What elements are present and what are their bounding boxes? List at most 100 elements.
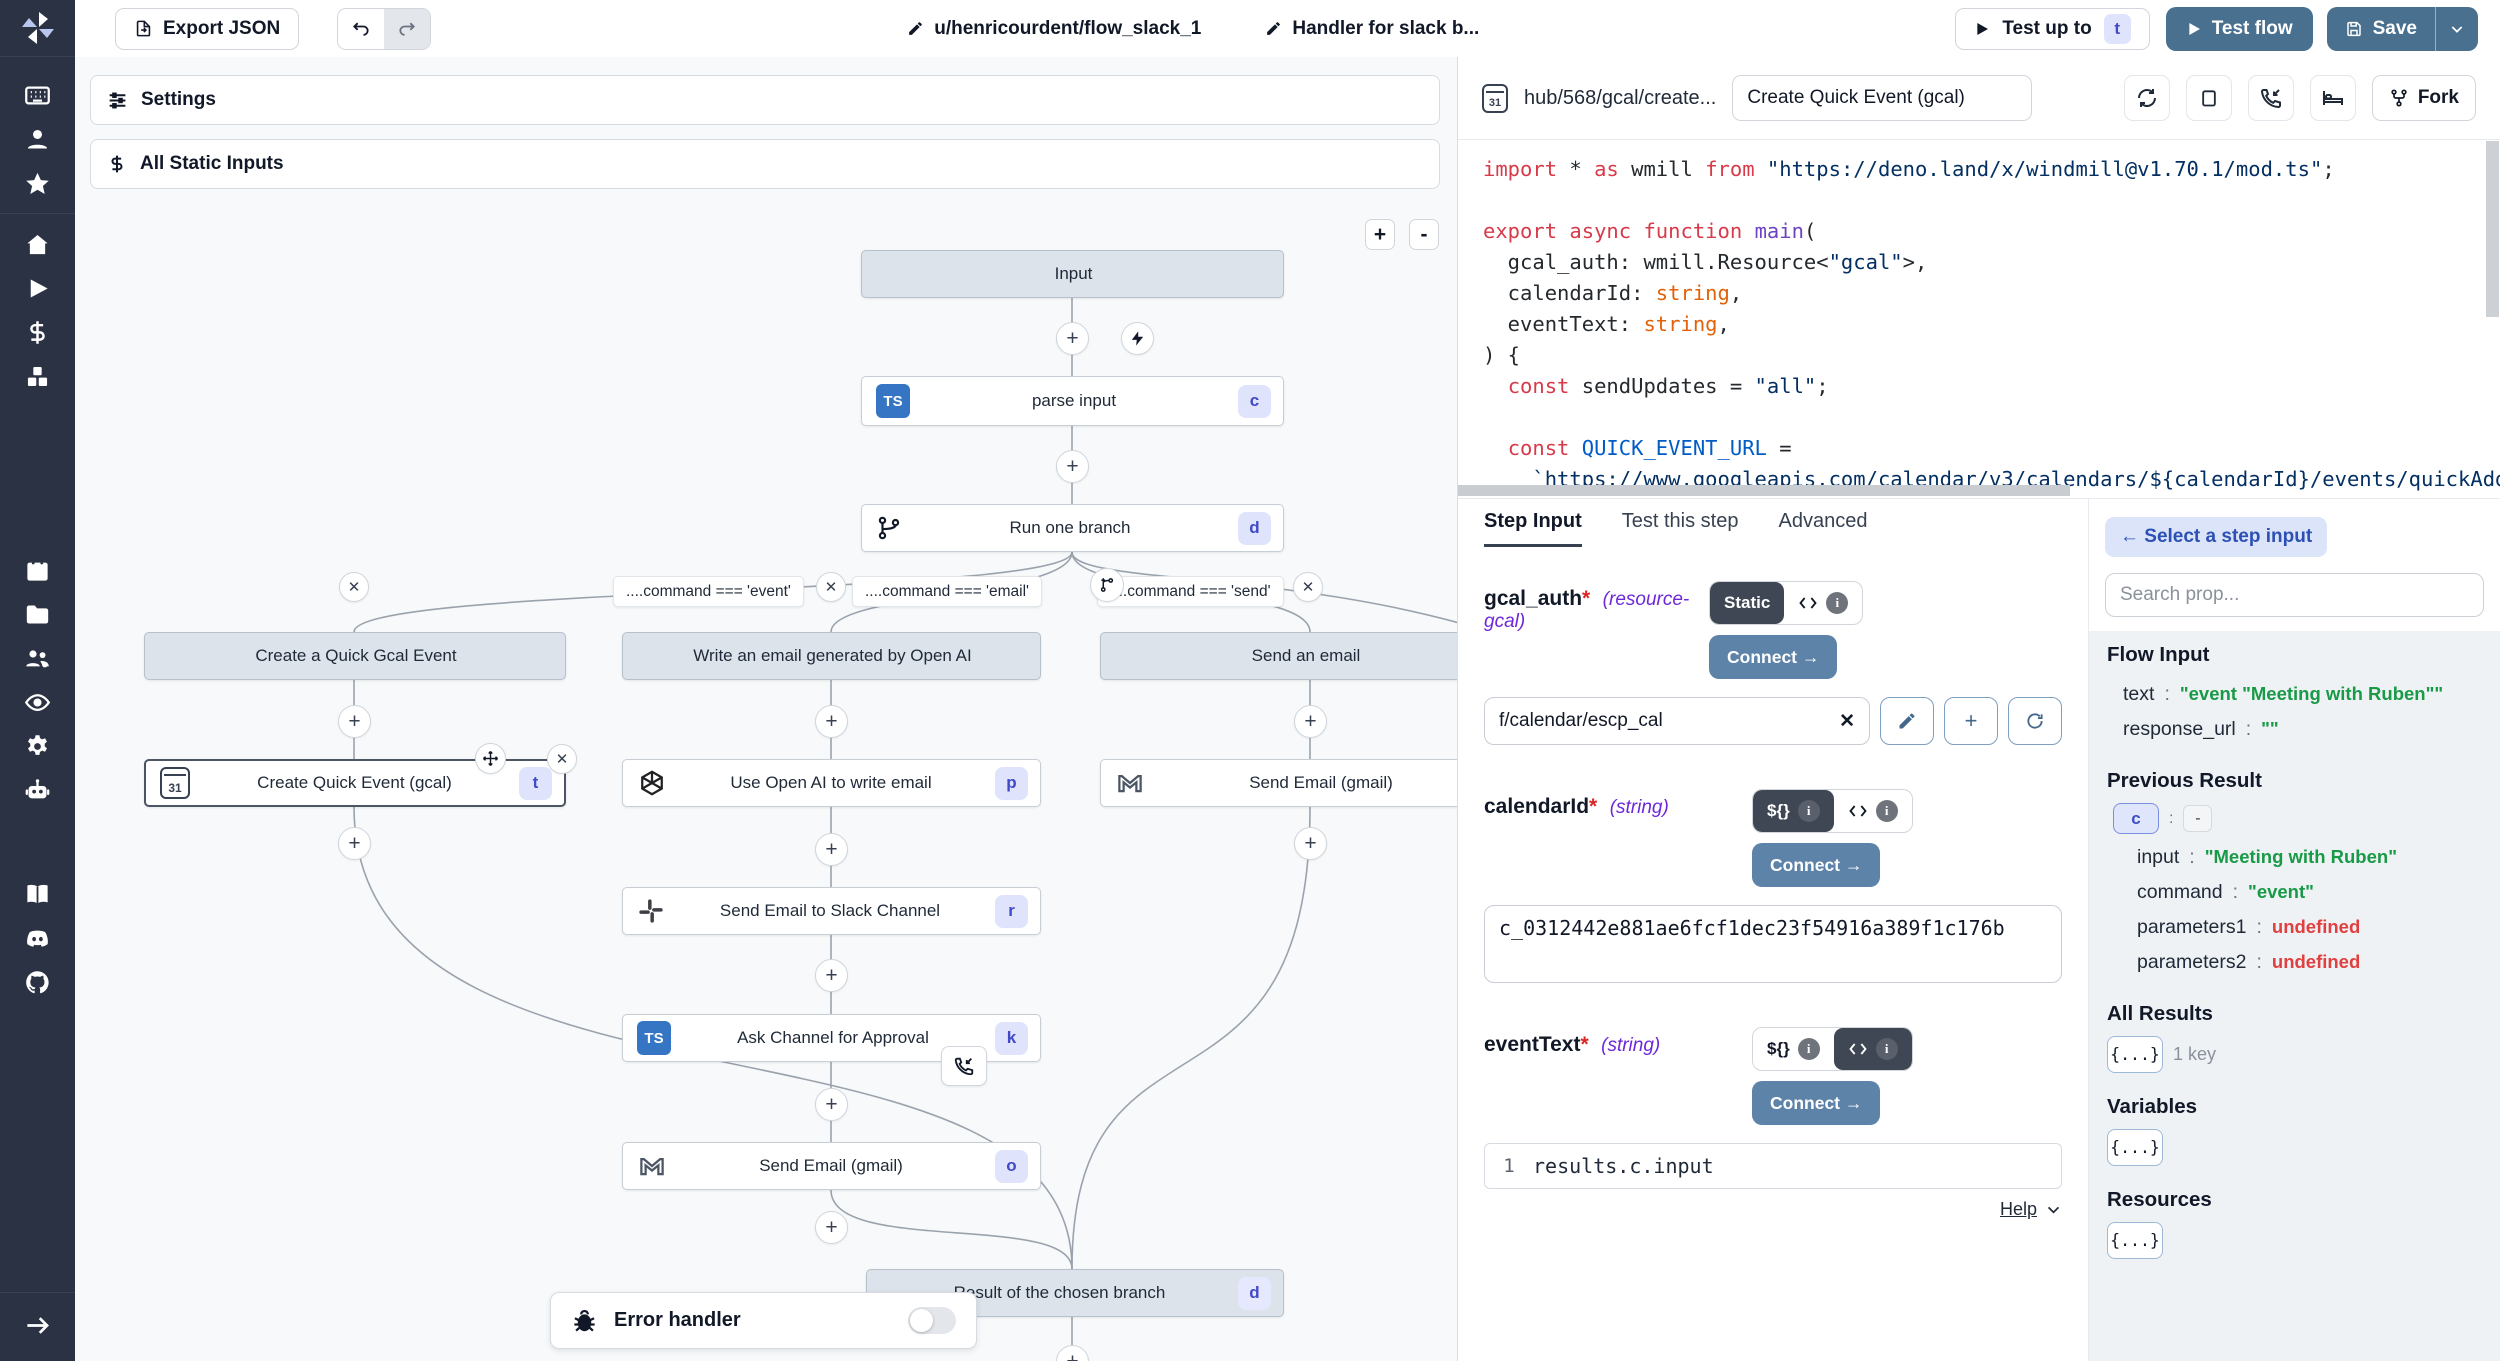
windmill-logo[interactable] bbox=[0, 0, 75, 57]
save-dropdown-button[interactable] bbox=[2435, 7, 2478, 51]
prop-row-text[interactable]: text: "event "Meeting with Ruben"" bbox=[2107, 677, 2482, 712]
refresh-resource-button[interactable] bbox=[2008, 697, 2062, 745]
edit-resource-button[interactable] bbox=[1880, 697, 1934, 745]
mode-template[interactable]: ${}i bbox=[1753, 1028, 1834, 1070]
schedules-calendar-icon[interactable] bbox=[16, 548, 60, 592]
undo-button[interactable] bbox=[338, 9, 384, 49]
save-button[interactable]: Save bbox=[2327, 7, 2435, 51]
mode-javascript[interactable]: i bbox=[1784, 582, 1862, 624]
info-icon[interactable]: i bbox=[1876, 800, 1898, 822]
code-vertical-scrollbar[interactable] bbox=[2486, 141, 2499, 317]
test-flow-button[interactable]: Test flow bbox=[2166, 7, 2313, 51]
delete-step-button[interactable]: ✕ bbox=[547, 744, 577, 774]
step-name-input[interactable] bbox=[1732, 75, 2032, 121]
tab-step-input[interactable]: Step Input bbox=[1484, 499, 1582, 547]
branch-header-node[interactable]: Create a Quick Gcal Event bbox=[144, 632, 566, 680]
sleep-button[interactable] bbox=[2310, 75, 2356, 121]
tab-test-this-step[interactable]: Test this step bbox=[1622, 499, 1739, 547]
settings-gear-icon[interactable] bbox=[16, 724, 60, 768]
zoom-out-button[interactable]: - bbox=[1409, 219, 1439, 250]
slack-step-node[interactable]: Send Email to Slack Channel r bbox=[622, 887, 1041, 935]
code-editor[interactable]: import * as wmill from "https://deno.lan… bbox=[1458, 140, 2500, 498]
flow-input-node[interactable]: Input bbox=[861, 250, 1284, 298]
add-step-button[interactable]: + bbox=[815, 833, 848, 866]
collapse-pill[interactable]: - bbox=[2183, 805, 2212, 832]
runs-play-icon[interactable] bbox=[16, 266, 60, 310]
add-step-button[interactable]: + bbox=[815, 1088, 848, 1121]
info-icon[interactable]: i bbox=[1876, 1038, 1898, 1060]
add-branch-button[interactable] bbox=[1090, 568, 1124, 602]
apps-icon[interactable] bbox=[16, 73, 60, 117]
mode-javascript[interactable]: i bbox=[1834, 790, 1912, 832]
connect-button[interactable]: Connect → bbox=[1752, 843, 1880, 887]
add-resource-button[interactable]: + bbox=[1944, 697, 1998, 745]
event-text-expression-editor[interactable]: 1 results.c.input bbox=[1484, 1143, 2062, 1189]
code-horizontal-scrollbar[interactable] bbox=[1458, 485, 2088, 496]
fork-button[interactable]: Fork bbox=[2372, 75, 2476, 121]
delete-branch-button[interactable]: ✕ bbox=[1293, 572, 1323, 602]
zoom-in-button[interactable]: + bbox=[1365, 219, 1395, 250]
flow-settings-bar[interactable]: Settings bbox=[90, 75, 1440, 125]
search-prop-input[interactable] bbox=[2105, 573, 2484, 617]
connect-button[interactable]: Connect → bbox=[1709, 635, 1837, 679]
branch-header-node[interactable]: Write an email generated by Open AI bbox=[622, 632, 1041, 680]
user-icon[interactable] bbox=[16, 117, 60, 161]
github-icon[interactable] bbox=[16, 960, 60, 1004]
expand-object-button[interactable]: {...} bbox=[2107, 1129, 2163, 1166]
prop-row-command[interactable]: command: "event" bbox=[2107, 875, 2482, 910]
step-id-pill[interactable]: c bbox=[2113, 803, 2159, 834]
calendar-id-textarea[interactable]: c_0312442e881ae6fcf1dec23f54916a389f1c17… bbox=[1484, 905, 2062, 983]
add-step-button[interactable]: + bbox=[1294, 705, 1327, 738]
suspend-button[interactable] bbox=[2248, 75, 2294, 121]
add-step-button[interactable]: + bbox=[1056, 450, 1089, 483]
tab-advanced[interactable]: Advanced bbox=[1778, 499, 1867, 547]
home-icon[interactable] bbox=[16, 222, 60, 266]
all-static-inputs-bar[interactable]: All Static Inputs bbox=[90, 139, 1440, 189]
retry-settings-button[interactable] bbox=[2124, 75, 2170, 121]
resource-input[interactable]: f/calendar/escp_cal ✕ bbox=[1484, 697, 1870, 745]
flow-path-edit[interactable]: u/henricourdent/flow_slack_1 bbox=[907, 18, 1201, 40]
branch-predicate-label[interactable]: ....command === 'send' bbox=[1097, 576, 1284, 607]
clear-resource-icon[interactable]: ✕ bbox=[1839, 710, 1855, 733]
add-step-button[interactable]: + bbox=[338, 827, 371, 860]
add-step-button[interactable]: + bbox=[338, 705, 371, 738]
groups-users-icon[interactable] bbox=[16, 636, 60, 680]
move-step-handle[interactable] bbox=[475, 743, 506, 774]
parse-input-node[interactable]: TS parse input c bbox=[861, 376, 1284, 426]
prop-row-response-url[interactable]: response_url: "" bbox=[2107, 712, 2482, 747]
expand-object-button[interactable]: {...} bbox=[2107, 1036, 2163, 1073]
expand-sidebar-arrow-icon[interactable] bbox=[16, 1303, 60, 1347]
export-json-button[interactable]: Export JSON bbox=[115, 8, 299, 50]
branch-predicate-label[interactable]: ....command === 'email' bbox=[852, 576, 1042, 607]
flow-summary-edit[interactable]: Handler for slack b... bbox=[1265, 18, 1479, 40]
suspend-step-button[interactable] bbox=[941, 1046, 987, 1086]
favorites-star-icon[interactable] bbox=[16, 161, 60, 205]
add-step-button[interactable]: + bbox=[815, 959, 848, 992]
prop-row-parameters2[interactable]: parameters2: undefined bbox=[2107, 945, 2482, 980]
gmail2-step-node[interactable]: Send Email (gmail) o bbox=[622, 1142, 1041, 1190]
mode-javascript[interactable]: i bbox=[1834, 1028, 1912, 1070]
discord-icon[interactable] bbox=[16, 916, 60, 960]
connect-button[interactable]: Connect → bbox=[1752, 1081, 1880, 1125]
gmail-step-node[interactable]: Send Email (gmail) bbox=[1100, 759, 1458, 807]
info-icon[interactable]: i bbox=[1798, 800, 1820, 822]
mode-template[interactable]: ${}i bbox=[1753, 790, 1834, 832]
add-step-button[interactable]: + bbox=[815, 1211, 848, 1244]
info-icon[interactable]: i bbox=[1826, 592, 1848, 614]
folders-icon[interactable] bbox=[16, 592, 60, 636]
redo-button[interactable] bbox=[384, 9, 430, 49]
delete-branch-button[interactable]: ✕ bbox=[816, 572, 846, 602]
select-step-input-button[interactable]: ← Select a step input bbox=[2105, 517, 2327, 557]
add-step-button[interactable]: + bbox=[1294, 827, 1327, 860]
branch-predicate-label[interactable]: ....command === 'event' bbox=[613, 576, 804, 607]
run-one-branch-node[interactable]: Run one branch d bbox=[861, 504, 1284, 552]
early-stop-button[interactable] bbox=[2186, 75, 2232, 121]
expand-object-button[interactable]: {...} bbox=[2107, 1222, 2163, 1259]
openai-step-node[interactable]: Use Open AI to write email p bbox=[622, 759, 1041, 807]
add-step-button[interactable]: + bbox=[815, 705, 848, 738]
mode-static[interactable]: Static bbox=[1710, 582, 1784, 624]
prop-row-input[interactable]: input: "Meeting with Ruben" bbox=[2107, 840, 2482, 875]
resources-cubes-icon[interactable] bbox=[16, 354, 60, 398]
error-handler-toggle[interactable] bbox=[908, 1307, 956, 1334]
delete-branch-button[interactable]: ✕ bbox=[339, 572, 369, 602]
